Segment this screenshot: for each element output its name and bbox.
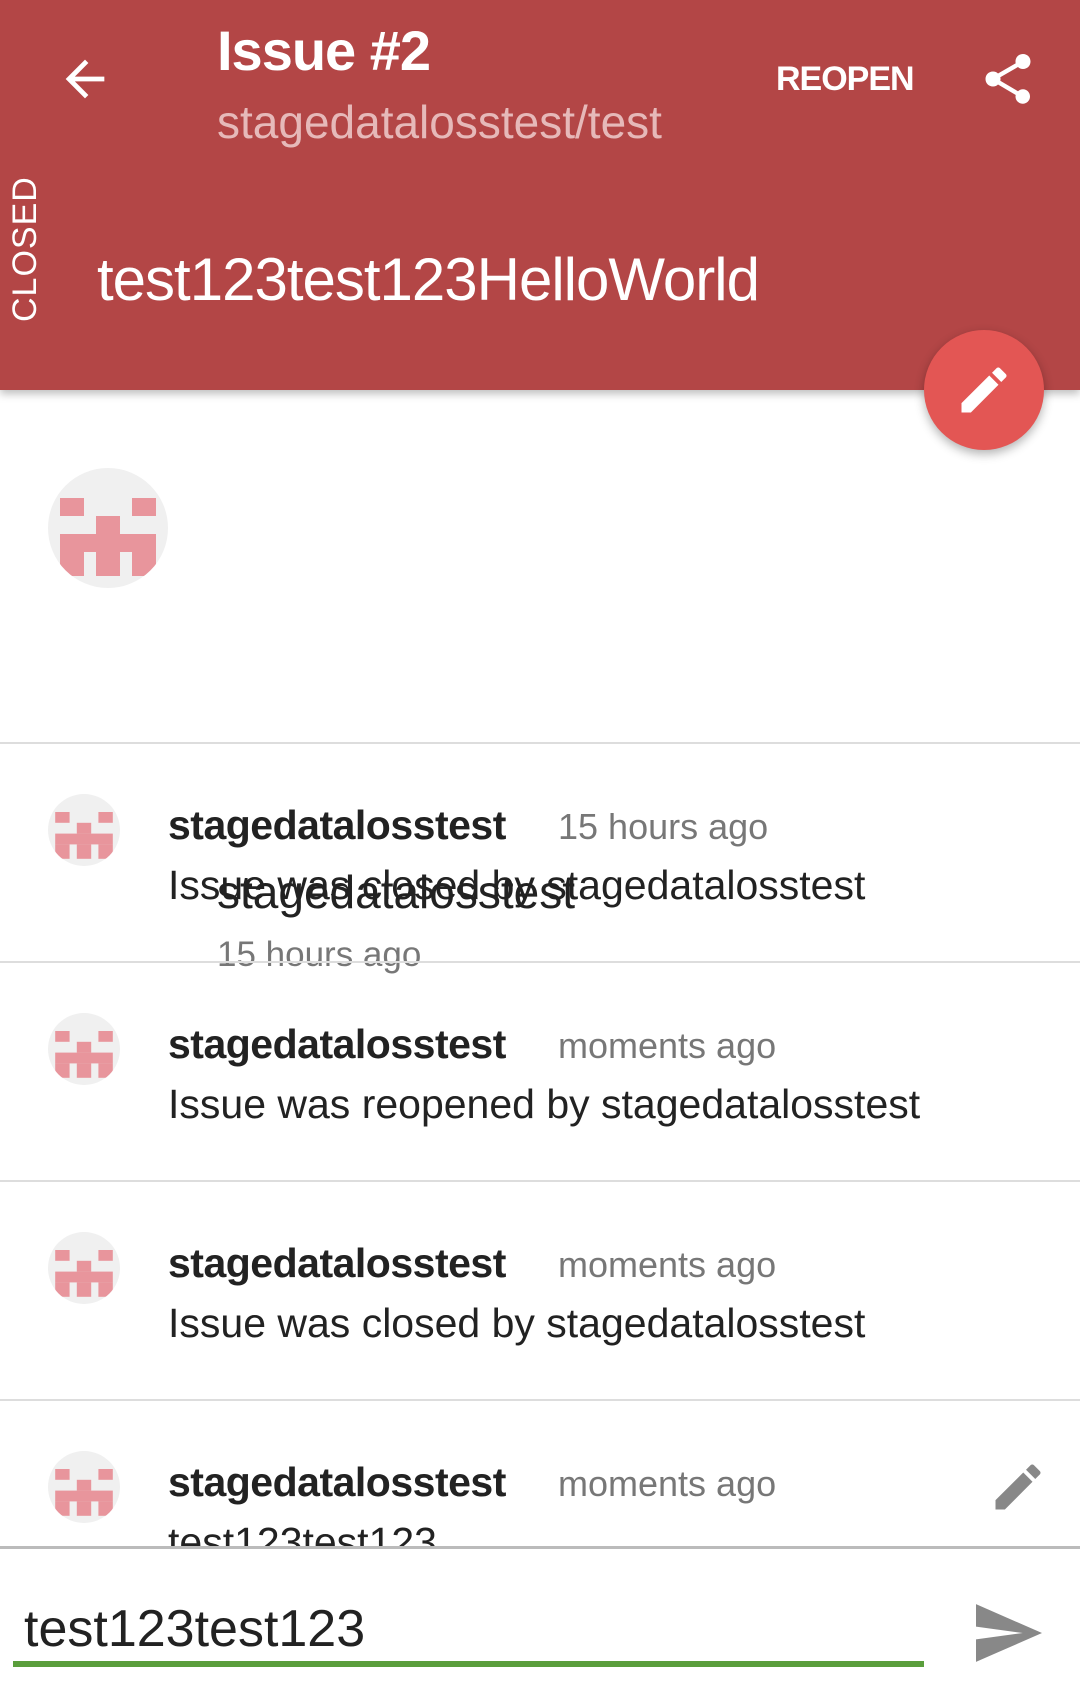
issue-title: test123test123HelloWorld <box>97 246 760 313</box>
event-text: Issue was closed by stagedatalosstest <box>168 1300 866 1346</box>
event-user: stagedatalosstest <box>168 802 506 848</box>
avatar[interactable] <box>48 794 120 866</box>
comment-input[interactable] <box>24 1599 924 1659</box>
back-arrow-icon[interactable] <box>56 50 114 108</box>
event-time: moments ago <box>558 1244 777 1285</box>
avatar[interactable] <box>48 1451 120 1523</box>
send-icon[interactable] <box>976 1604 1042 1662</box>
comment-text: test123test123 <box>168 1519 437 1546</box>
timeline[interactable]: stagedatalosstest 15 hours ago stagedata… <box>0 390 1080 1546</box>
author-avatar[interactable] <box>48 468 168 588</box>
edit-comment-icon[interactable] <box>988 1457 1048 1517</box>
event-text: Issue was reopened by stagedatalosstest <box>168 1081 921 1127</box>
comment-user: stagedatalosstest <box>168 1459 506 1505</box>
avatar[interactable] <box>48 1232 120 1304</box>
app-bar: Issue #2 stagedatalosstest/test REOPEN C… <box>0 0 1080 390</box>
comment-time: moments ago <box>558 1463 777 1504</box>
event-user: stagedatalosstest <box>168 1240 506 1286</box>
edit-issue-button[interactable] <box>924 330 1044 450</box>
page-title: Issue #2 <box>217 19 431 82</box>
comment: stagedatalosstest moments ago test123tes… <box>0 1399 1080 1546</box>
event-time: 15 hours ago <box>558 806 769 847</box>
timeline-event: stagedatalosstest moments ago Issue was … <box>0 961 1080 1180</box>
timeline-event: stagedatalosstest moments ago Issue was … <box>0 1180 1080 1399</box>
share-icon[interactable] <box>978 46 1038 112</box>
comment-composer <box>0 1546 1080 1699</box>
event-user: stagedatalosstest <box>168 1021 506 1067</box>
input-underline <box>13 1661 924 1667</box>
event-text: Issue was closed by stagedatalosstest <box>168 862 866 908</box>
avatar[interactable] <box>48 1013 120 1085</box>
pencil-icon <box>961 367 1007 413</box>
state-label: CLOSED <box>6 176 44 322</box>
timeline-event: stagedatalosstest 15 hours ago Issue was… <box>0 742 1080 961</box>
event-time: moments ago <box>558 1025 777 1066</box>
repo-name: stagedatalosstest/test <box>217 96 662 148</box>
reopen-button[interactable]: REOPEN <box>776 60 915 99</box>
